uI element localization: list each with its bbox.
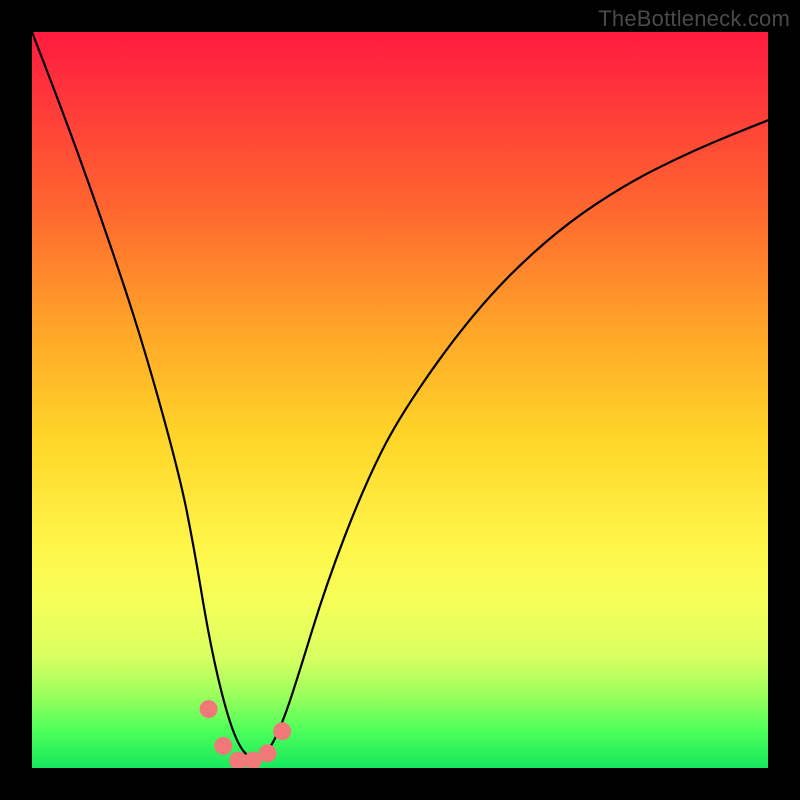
plot-area: [32, 32, 768, 768]
bottleneck-markers: [200, 700, 292, 768]
bottleneck-curve: [32, 32, 768, 758]
marker-dot: [214, 737, 232, 755]
marker-dot: [200, 700, 218, 718]
marker-dot: [273, 722, 291, 740]
watermark-label: TheBottleneck.com: [598, 6, 790, 32]
marker-dot: [259, 744, 277, 762]
curve-layer: [32, 32, 768, 768]
chart-frame: TheBottleneck.com: [0, 0, 800, 800]
